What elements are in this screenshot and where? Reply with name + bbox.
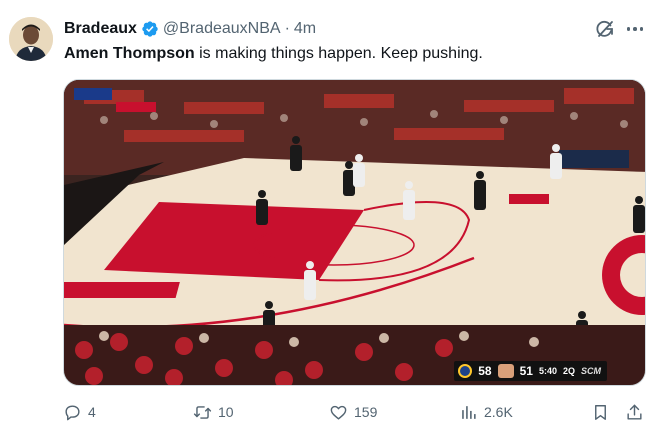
more-dot: [639, 27, 644, 31]
more-icon[interactable]: [624, 19, 646, 39]
reply-button[interactable]: 4: [63, 401, 96, 423]
display-name[interactable]: Bradeaux: [64, 20, 137, 38]
share-button[interactable]: [625, 401, 644, 423]
game-clock: 5:40: [538, 366, 557, 376]
reply-count: 4: [88, 404, 96, 420]
separator-dot: ·: [284, 20, 290, 37]
bookmark-icon: [595, 404, 606, 420]
tweet-body: is making things happen. Keep pushing.: [194, 45, 483, 62]
user-handle[interactable]: @BradeauxNBA: [163, 20, 281, 38]
repost-count: 10: [218, 404, 234, 420]
tweet-header: Bradeaux @BradeauxNBA · 4m: [64, 18, 316, 40]
bookmark-button[interactable]: [591, 401, 610, 423]
reply-icon: [65, 404, 80, 420]
rockets-logo-icon: [497, 364, 514, 378]
tweet-text: Amen Thompson is making things happen. K…: [64, 44, 483, 64]
timestamp[interactable]: 4m: [294, 20, 316, 38]
game-quarter: 2Q: [562, 366, 575, 376]
away-score: 58: [478, 364, 492, 378]
network-logo: SCM: [581, 366, 601, 376]
share-icon: [627, 404, 642, 420]
home-score: 51: [519, 364, 533, 378]
avatar[interactable]: [9, 17, 53, 61]
repost-button[interactable]: 10: [193, 401, 234, 423]
video-frame: [64, 80, 645, 385]
tweet[interactable]: Bradeaux @BradeauxNBA · 4m Amen Thompson…: [0, 0, 657, 436]
views-count: 2.6K: [484, 404, 513, 420]
more-dot: [633, 27, 637, 31]
player-name: Amen Thompson: [64, 45, 195, 62]
verified-badge-icon: [141, 20, 159, 38]
video-player[interactable]: 58 51 5:40 2Q SCM: [63, 79, 646, 386]
like-count: 159: [354, 404, 378, 420]
tweet-actions: 4 10 159 2.6K: [63, 401, 646, 423]
like-icon: [330, 405, 347, 420]
repost-icon: [193, 405, 212, 419]
like-button[interactable]: 159: [329, 401, 377, 423]
views-button[interactable]: 2.6K: [459, 401, 513, 423]
more-dot: [626, 27, 631, 31]
grok-icon[interactable]: [595, 19, 615, 39]
scorebug: 58 51 5:40 2Q SCM: [454, 361, 607, 381]
views-icon: [462, 405, 476, 419]
warriors-logo-icon: [458, 364, 473, 378]
